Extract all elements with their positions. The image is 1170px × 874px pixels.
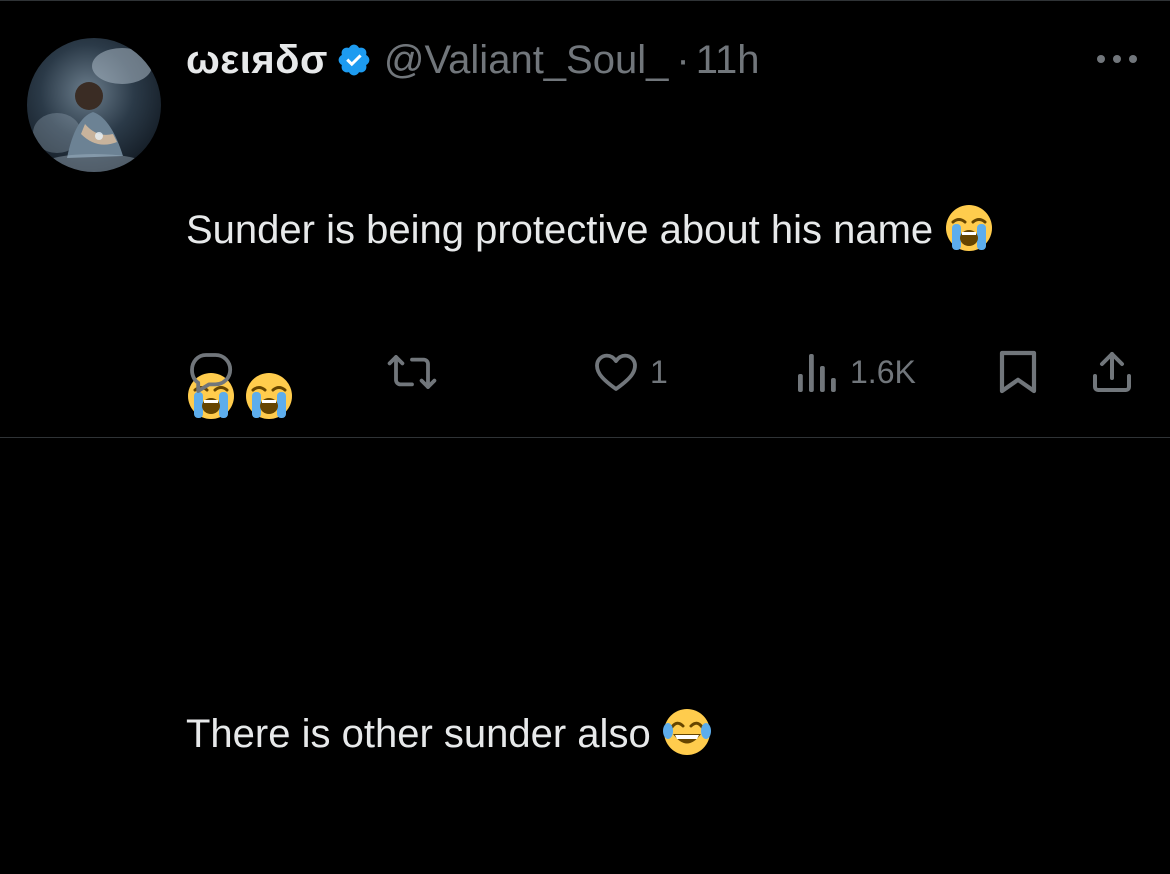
more-options-button[interactable]: [1092, 44, 1142, 74]
repost-button[interactable]: [386, 340, 448, 404]
bookmark-icon: [999, 350, 1037, 394]
tweet-text: Sunder is being protective about his nam…: [186, 90, 1126, 874]
tweet-actions-bar: 1 1.6K: [0, 340, 1170, 404]
share-icon: [1093, 352, 1131, 392]
loudly-crying-face-icon: [944, 203, 994, 253]
views-count: 1.6K: [850, 353, 916, 390]
avatar-image: [27, 38, 161, 172]
tweet-line-1: Sunder is being protective about his nam…: [186, 202, 1126, 258]
reply-button[interactable]: [187, 340, 245, 404]
heart-icon: [595, 353, 637, 391]
views-bar-chart-icon: [798, 354, 836, 392]
top-divider: [0, 0, 1170, 1]
like-count: 1: [650, 353, 668, 390]
verified-badge-icon[interactable]: [336, 42, 372, 78]
tweet-text-line-1: Sunder is being protective about his nam…: [186, 208, 934, 252]
display-name[interactable]: ωειяδσ: [186, 38, 328, 83]
user-handle[interactable]: @Valiant_Soul_: [384, 38, 669, 83]
tweet-card[interactable]: ωειяδσ @Valiant_Soul_ · 11h Sunder is be…: [0, 0, 1170, 756]
bookmark-button[interactable]: [996, 340, 1040, 404]
ellipsis-icon: [1097, 55, 1137, 63]
avatar[interactable]: [27, 38, 161, 172]
bottom-divider: [0, 437, 1170, 438]
like-button[interactable]: 1: [592, 340, 668, 404]
tweet-text-line-3: There is other sunder also: [186, 712, 651, 756]
face-with-tears-of-joy-icon: [662, 707, 712, 757]
reply-icon: [190, 353, 233, 393]
views-button[interactable]: 1.6K: [796, 340, 916, 404]
tweet-line-3: There is other sunder also: [186, 706, 1126, 762]
timestamp[interactable]: 11h: [696, 38, 760, 83]
separator-dot: ·: [676, 37, 690, 82]
tweet-header: ωειяδσ @Valiant_Soul_ · 11h: [186, 36, 759, 84]
share-button[interactable]: [1088, 340, 1136, 404]
repost-icon: [387, 355, 437, 389]
